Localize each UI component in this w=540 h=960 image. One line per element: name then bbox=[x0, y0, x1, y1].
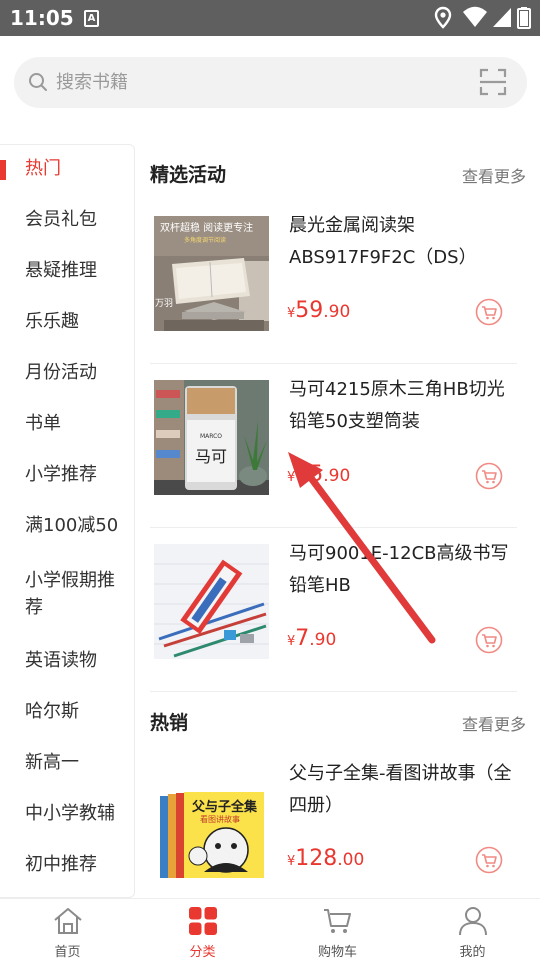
search-placeholder[interactable]: 搜索书籍 bbox=[56, 69, 128, 96]
price-integer: 59 bbox=[295, 298, 324, 323]
product-name[interactable]: 马可9001E-12CB高级书写铅笔HB bbox=[289, 538, 519, 602]
sidebar-item-holiday[interactable]: 小学假期推荐 bbox=[25, 567, 125, 621]
nav-home[interactable]: 首页 bbox=[0, 899, 135, 960]
nav-cart[interactable]: 购物车 bbox=[270, 899, 405, 960]
product-image-caption: 父与子全集 bbox=[192, 800, 258, 815]
signal-icon bbox=[493, 8, 511, 27]
product-name[interactable]: 晨光金属阅读架ABS917F9F2C（DS） bbox=[289, 210, 519, 274]
cart-icon bbox=[323, 909, 351, 933]
sidebar-item-hot[interactable]: 热门 bbox=[25, 155, 125, 182]
product-name[interactable]: 父与子全集-看图讲故事（全四册） bbox=[289, 758, 519, 822]
price-decimal: .90 bbox=[323, 302, 351, 322]
price-integer: 15 bbox=[295, 462, 324, 487]
add-to-cart-icon[interactable] bbox=[475, 298, 503, 326]
product-image-subcaption: 看图讲故事 bbox=[200, 815, 240, 824]
sidebar-item-junior[interactable]: 初中推荐 bbox=[25, 851, 125, 878]
product-image[interactable]: MARCO 马可 bbox=[154, 380, 269, 495]
sidebar-item-primary[interactable]: 小学推荐 bbox=[25, 461, 125, 488]
price-integer: 128 bbox=[295, 846, 338, 871]
product-name[interactable]: 马可4215原木三角HB切光铅笔50支塑筒装 bbox=[289, 374, 519, 438]
price-decimal: .00 bbox=[337, 850, 365, 870]
svg-text:MARCO: MARCO bbox=[200, 433, 222, 440]
nav-label: 我的 bbox=[459, 945, 486, 960]
product-price: ¥128.00 bbox=[287, 846, 364, 871]
view-more-link[interactable]: 查看更多 bbox=[462, 711, 526, 735]
notification-a-icon: A bbox=[84, 10, 99, 27]
sidebar-item-monthly[interactable]: 月份活动 bbox=[25, 359, 125, 386]
product-image-caption: 双杆超稳 阅读更专注 bbox=[160, 223, 254, 234]
price-decimal: .90 bbox=[309, 630, 337, 650]
add-to-cart-icon[interactable] bbox=[475, 462, 503, 490]
sidebar-item-booklist[interactable]: 书单 bbox=[25, 410, 125, 437]
status-time: 11:05 bbox=[10, 6, 74, 30]
category-icon bbox=[188, 907, 217, 935]
nav-label: 购物车 bbox=[317, 945, 357, 960]
sidebar-item-member-gift[interactable]: 会员礼包 bbox=[25, 206, 125, 233]
status-bar: 11:05 A bbox=[0, 0, 540, 36]
profile-icon bbox=[458, 907, 487, 936]
product-card[interactable]: 双杆超稳 阅读更专注 多角度调节阅读 万羽 晨光金属阅读架ABS917F9F2C… bbox=[150, 198, 517, 362]
search-bar[interactable]: 搜索书籍 bbox=[14, 57, 527, 108]
location-icon bbox=[434, 6, 452, 29]
battery-icon bbox=[517, 7, 531, 29]
product-image-brand: 万羽 bbox=[155, 299, 174, 309]
nav-category[interactable]: 分类 bbox=[135, 899, 270, 960]
product-price: ¥15.90 bbox=[287, 462, 350, 487]
nav-label: 分类 bbox=[189, 945, 216, 960]
add-to-cart-icon[interactable] bbox=[475, 846, 503, 874]
product-image[interactable]: 父与子全集 看图讲故事 bbox=[154, 764, 269, 879]
sidebar-item-mystery[interactable]: 悬疑推理 bbox=[25, 257, 125, 284]
add-to-cart-icon[interactable] bbox=[475, 626, 503, 654]
active-indicator bbox=[0, 160, 6, 180]
section-title: 热销 bbox=[150, 712, 189, 734]
nav-label: 首页 bbox=[54, 945, 81, 960]
product-price: ¥7.90 bbox=[287, 626, 336, 651]
wifi-icon bbox=[463, 6, 487, 27]
svg-text:马可: 马可 bbox=[195, 447, 227, 466]
product-card[interactable]: 父与子全集 看图讲故事 父与子全集-看图讲故事（全四册） ¥128.00 bbox=[150, 746, 517, 910]
section-title: 精选活动 bbox=[150, 164, 227, 186]
divider bbox=[150, 691, 517, 692]
sidebar-item-tutoring[interactable]: 中小学教辅 bbox=[25, 800, 125, 827]
search-icon bbox=[29, 73, 47, 91]
product-image[interactable]: 双杆超稳 阅读更专注 多角度调节阅读 万羽 bbox=[154, 216, 269, 331]
bottom-navigation: 首页 分类 购物车 我的 bbox=[0, 898, 540, 960]
product-card[interactable]: 马可9001E-12CB高级书写铅笔HB ¥7.90 bbox=[150, 526, 517, 690]
price-decimal: .90 bbox=[323, 466, 351, 486]
sidebar-item-grade10[interactable]: 新高一 bbox=[25, 749, 125, 776]
view-more-link[interactable]: 查看更多 bbox=[462, 163, 526, 187]
sidebar-item-lelequ[interactable]: 乐乐趣 bbox=[25, 308, 125, 335]
sidebar-item-discount[interactable]: 满100减50 bbox=[25, 512, 125, 539]
product-image[interactable] bbox=[154, 544, 269, 659]
sidebar-item-haers[interactable]: 哈尔斯 bbox=[25, 698, 125, 725]
product-image-subcaption: 多角度调节阅读 bbox=[184, 237, 227, 244]
price-integer: 7 bbox=[295, 626, 310, 651]
home-icon bbox=[53, 908, 82, 934]
product-card[interactable]: MARCO 马可 马可4215原木三角HB切光铅笔50支塑筒装 ¥15.90 bbox=[150, 362, 517, 526]
sidebar-item-english[interactable]: 英语读物 bbox=[25, 647, 125, 674]
category-sidebar: 热门 会员礼包 悬疑推理 乐乐趣 月份活动 书单 小学推荐 满100减50 小学… bbox=[0, 144, 135, 898]
nav-profile[interactable]: 我的 bbox=[405, 899, 540, 960]
scan-icon[interactable] bbox=[479, 68, 507, 96]
product-price: ¥59.90 bbox=[287, 298, 350, 323]
